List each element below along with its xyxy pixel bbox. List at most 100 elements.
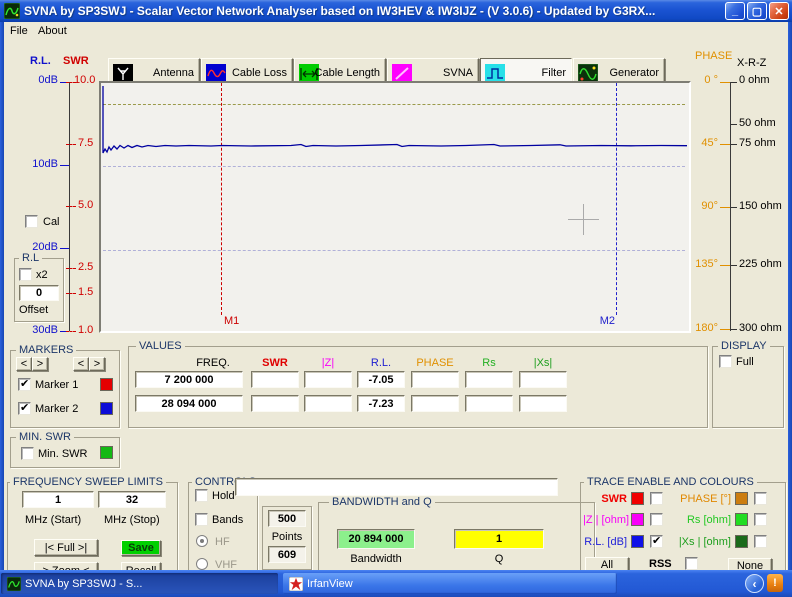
trace-z-checkbox[interactable]	[650, 513, 663, 526]
vhf-radio[interactable]	[196, 558, 208, 570]
q-label: Q	[454, 553, 544, 565]
m2-rl-value[interactable]	[357, 395, 405, 412]
trace-swr-label: SWR	[583, 493, 627, 505]
trace-phase-checkbox[interactable]	[754, 492, 767, 505]
marker1-prev-button[interactable]: <	[16, 357, 32, 371]
stop-freq-input[interactable]	[98, 491, 166, 508]
min-swr-checkbox[interactable]	[21, 447, 34, 460]
ohm-tick-150: 150 ohm	[739, 200, 782, 212]
marker2-prev-button[interactable]: <	[73, 357, 89, 371]
save-button[interactable]: Save	[121, 540, 161, 556]
taskbar-task-svna[interactable]: SVNA by SP3SWJ - S...	[1, 573, 278, 594]
cable-length-button-label: Cable Length	[315, 67, 380, 79]
trace-xs-checkbox[interactable]	[754, 535, 767, 548]
swr-tick-2-5: 2.5	[78, 261, 93, 273]
values-header-z: |Z|	[304, 357, 352, 369]
bands-label: Bands	[212, 514, 243, 526]
start-freq-input[interactable]	[22, 491, 94, 508]
m2-xs-value[interactable]	[519, 395, 567, 412]
hold-checkbox[interactable]	[195, 489, 208, 502]
offset-label: Offset	[19, 304, 48, 316]
menu-about[interactable]: About	[38, 25, 67, 37]
bandwidth-value[interactable]	[337, 529, 415, 549]
maximize-button[interactable]: ▢	[747, 2, 767, 20]
trace-z-swatch[interactable]	[631, 513, 644, 526]
display-group-title: DISPLAY	[718, 340, 770, 352]
swr-tick-mark	[66, 206, 76, 207]
m2-rs-value[interactable]	[465, 395, 513, 412]
sweep-chart[interactable]: M1 M2	[99, 81, 691, 333]
m1-xs-value[interactable]	[519, 371, 567, 388]
close-button[interactable]: ✕	[769, 2, 789, 20]
marker2-next-button[interactable]: >	[89, 357, 105, 371]
m2-z-value[interactable]	[304, 395, 352, 412]
trace-rs-checkbox[interactable]	[754, 513, 767, 526]
marker1-color-swatch[interactable]	[100, 378, 113, 391]
menu-file[interactable]: File	[10, 25, 28, 37]
min-swr-label: Min. SWR	[38, 448, 88, 460]
trace-xs-swatch[interactable]	[735, 535, 748, 548]
m1-rl-value[interactable]	[357, 371, 405, 388]
full-span-button[interactable]: |< Full >|	[34, 539, 98, 556]
marker2-label: Marker 2	[35, 403, 78, 415]
title-bar[interactable]: SVNA by SP3SWJ - Scalar Vector Network A…	[0, 0, 792, 22]
m1-rs-value[interactable]	[465, 371, 513, 388]
rl-tick-10db: 10dB	[26, 158, 58, 170]
freq-sweep-group-title: FREQUENCY SWEEP LIMITS	[10, 476, 166, 488]
phase-tick-mark	[720, 265, 730, 266]
ohm-tick-mark	[731, 207, 737, 208]
bands-checkbox[interactable]	[195, 513, 208, 526]
marker1-next-button[interactable]: >	[32, 357, 48, 371]
full-checkbox[interactable]	[719, 355, 732, 368]
hf-radio[interactable]	[196, 535, 208, 547]
m1-freq-value[interactable]	[135, 371, 243, 388]
display-group: DISPLAY Full	[712, 346, 784, 428]
taskbar-task-irfanview[interactable]: IrfanView	[283, 573, 617, 594]
offset-input[interactable]	[19, 285, 59, 301]
mouse-crosshair	[583, 204, 584, 235]
m2-swr-value[interactable]	[251, 395, 299, 412]
m1-phase-value[interactable]	[411, 371, 459, 388]
m2-phase-value[interactable]	[411, 395, 459, 412]
values-header-swr: SWR	[251, 357, 299, 369]
minimize-button[interactable]: _	[725, 2, 745, 20]
trace-swr-checkbox[interactable]	[650, 492, 663, 505]
trace-rl-swatch[interactable]	[631, 535, 644, 548]
values-group-title: VALUES	[136, 340, 185, 352]
trace-rl-checkbox[interactable]	[650, 535, 663, 548]
trace-xs-label: |Xs | [ohm]	[669, 536, 731, 548]
marker1-checkbox[interactable]	[18, 378, 31, 391]
tray-collapse-chevron-icon[interactable]: ‹	[745, 574, 764, 593]
phase-tick-mark	[720, 82, 730, 83]
trace-phase-swatch[interactable]	[735, 492, 748, 505]
svna-application-window: SVNA by SP3SWJ - Scalar Vector Network A…	[0, 0, 792, 597]
x2-checkbox[interactable]	[19, 268, 32, 281]
rl-axis-title: R.L.	[30, 55, 51, 67]
trace-swr-swatch[interactable]	[631, 492, 644, 505]
q-value[interactable]	[454, 529, 544, 549]
marker2-checkbox[interactable]	[18, 402, 31, 415]
m1-z-value[interactable]	[304, 371, 352, 388]
rss-checkbox[interactable]	[685, 557, 698, 570]
swr-tick-1: 1.0	[78, 324, 93, 336]
x2-label: x2	[36, 269, 48, 281]
cal-checkbox[interactable]	[25, 215, 38, 228]
cable-loss-button-label: Cable Loss	[232, 67, 287, 79]
m2-freq-value[interactable]	[135, 395, 243, 412]
marker2-color-swatch[interactable]	[100, 402, 113, 415]
points-value2-input[interactable]	[268, 546, 306, 563]
rl-tick-mark	[60, 248, 69, 249]
tray-security-alert-icon[interactable]: !	[767, 574, 783, 592]
trace-rs-swatch[interactable]	[735, 513, 748, 526]
swr-tick-5: 5.0	[78, 199, 93, 211]
bandwidth-group-title: BANDWIDTH and Q	[329, 496, 435, 508]
phase-tick-180: 180°	[686, 322, 718, 334]
min-swr-color-swatch[interactable]	[100, 446, 113, 459]
min-swr-group: MIN. SWR Min. SWR	[10, 437, 120, 468]
window-title: SVNA by SP3SWJ - Scalar Vector Network A…	[24, 4, 655, 18]
phase-tick-mark	[720, 207, 730, 208]
points-count-input[interactable]	[268, 510, 306, 527]
m1-swr-value[interactable]	[251, 371, 299, 388]
rss-label: RSS	[649, 558, 672, 570]
message-field[interactable]	[235, 478, 558, 496]
